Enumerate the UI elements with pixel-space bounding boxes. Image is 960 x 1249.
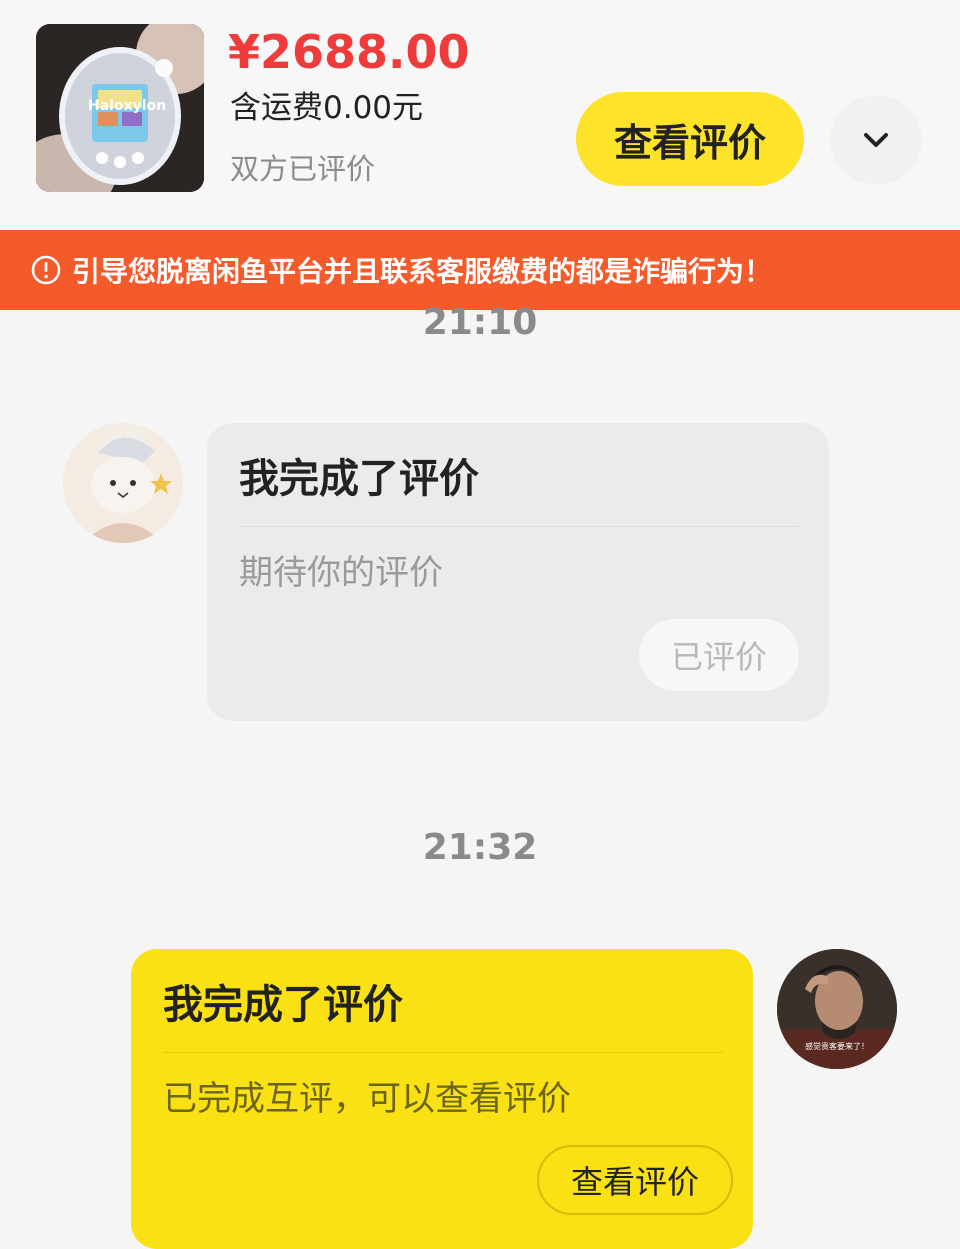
divider (239, 526, 799, 527)
card-subtitle: 期待你的评价 (239, 553, 443, 593)
card-subtitle: 已完成互评，可以查看评价 (163, 1079, 571, 1119)
shipping-fee: 含运费0.00元 (230, 90, 424, 126)
avatar[interactable] (63, 423, 183, 543)
bunny-avatar-image (63, 423, 183, 543)
product-header: Haloxylon ¥2688.00 含运费0.00元 双方已评价 查看评价 (0, 0, 960, 230)
warning-text: 引导您脱离闲鱼平台并且联系客服缴费的都是诈骗行为！ (72, 255, 773, 288)
fraud-warning-banner: 引导您脱离闲鱼平台并且联系客服缴费的都是诈骗行为！ (0, 230, 960, 310)
card-title: 我完成了评价 (163, 982, 403, 1028)
expand-button[interactable] (830, 96, 922, 184)
order-status: 双方已评价 (230, 152, 376, 186)
avatar[interactable]: 感觉贵客要来了！ (777, 949, 897, 1069)
view-review-button[interactable]: 查看评价 (537, 1145, 734, 1215)
view-review-button[interactable]: 查看评价 (576, 92, 804, 186)
card-title: 我完成了评价 (239, 456, 479, 502)
thumbnail-text: Haloxylon (88, 98, 167, 114)
timestamp: 21:32 (422, 827, 538, 868)
timestamp: 21:10 (422, 302, 538, 343)
exclamation-circle-icon (31, 255, 61, 285)
price: ¥2688.00 (228, 25, 470, 79)
avatar-caption: 感觉贵客要来了！ (805, 1042, 869, 1051)
message-card[interactable]: 我完成了评价 已完成互评，可以查看评价 查看评价 (131, 949, 753, 1249)
reviewed-button[interactable]: 已评价 (638, 619, 799, 691)
message-card[interactable]: 我完成了评价 期待你的评价 已评价 (207, 423, 829, 721)
chevron-down-icon (864, 133, 888, 147)
divider (163, 1052, 723, 1053)
product-thumbnail[interactable]: Haloxylon (36, 24, 204, 192)
